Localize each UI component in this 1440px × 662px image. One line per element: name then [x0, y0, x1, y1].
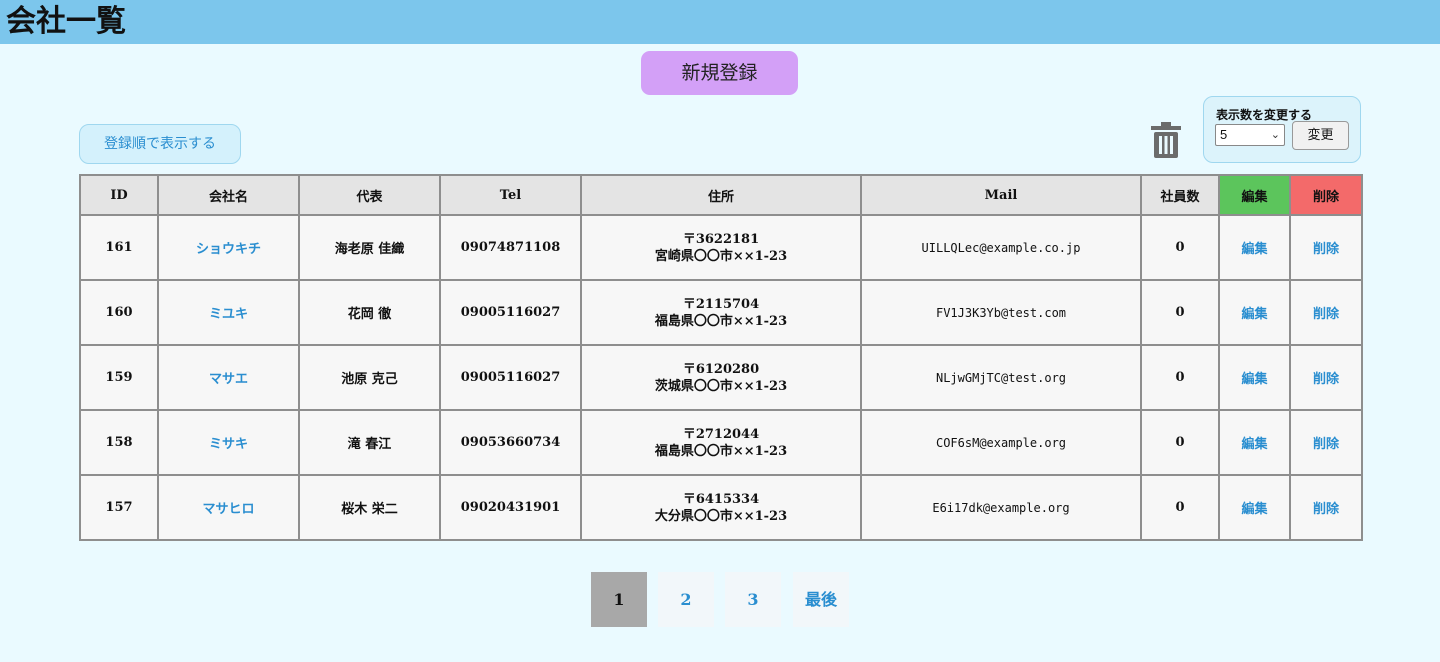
edit-link[interactable]: 編集 [1218, 474, 1291, 541]
cell-mail: COF6sM@example.org [860, 409, 1142, 476]
column-header-company: 会社名 [157, 174, 300, 216]
company-link[interactable]: マサヒロ [157, 474, 300, 541]
cell-mail: NLjwGMjTC@test.org [860, 344, 1142, 411]
column-header-employees: 社員数 [1140, 174, 1220, 216]
delete-link[interactable]: 削除 [1289, 474, 1363, 541]
company-link[interactable]: ショウキチ [157, 214, 300, 281]
cell-rep: 池原 克己 [298, 344, 441, 411]
cell-id: 159 [79, 344, 159, 411]
column-header-edit: 編集 [1218, 174, 1291, 216]
address-line: 福島県〇〇市××1-23 [654, 313, 788, 329]
edit-link[interactable]: 編集 [1218, 214, 1291, 281]
sort-by-registration-button[interactable]: 登録順で表示する [79, 124, 241, 164]
page-button-last[interactable]: 最後 [793, 572, 849, 627]
column-header-tel: Tel [439, 174, 582, 216]
delete-link[interactable]: 削除 [1289, 214, 1363, 281]
cell-tel: 09053660734 [439, 409, 582, 476]
table-row: 158 ミサキ 滝 春江 09053660734 〒2712044 福島県〇〇市×… [79, 409, 1363, 476]
cell-employees: 0 [1140, 344, 1220, 411]
cell-employees: 0 [1140, 474, 1220, 541]
cell-id: 160 [79, 279, 159, 346]
cell-mail: FV1J3K3Yb@test.com [860, 279, 1142, 346]
page-button-2[interactable]: 2 [658, 572, 714, 627]
cell-rep: 花岡 徹 [298, 279, 441, 346]
cell-tel: 09005116027 [439, 344, 582, 411]
cell-id: 161 [79, 214, 159, 281]
table-row: 161 ショウキチ 海老原 佳織 09074871108 〒3622181 宮崎県… [79, 214, 1363, 281]
cell-id: 158 [79, 409, 159, 476]
header-bar: 会社一覧 [0, 0, 1440, 44]
cell-mail: E6i17dk@example.org [860, 474, 1142, 541]
cell-address: 〒3622181 宮崎県〇〇市××1-23 [580, 214, 862, 281]
column-header-delete: 削除 [1289, 174, 1363, 216]
page-title: 会社一覧 [6, 4, 126, 39]
display-count-select[interactable]: 5 ⌄ [1215, 124, 1285, 146]
cell-employees: 0 [1140, 214, 1220, 281]
cell-tel: 09005116027 [439, 279, 582, 346]
column-header-mail: Mail [860, 174, 1142, 216]
company-link[interactable]: ミサキ [157, 409, 300, 476]
address-zip: 〒2115704 [682, 296, 760, 312]
cell-tel: 09074871108 [439, 214, 582, 281]
edit-link[interactable]: 編集 [1218, 279, 1291, 346]
cell-rep: 海老原 佳織 [298, 214, 441, 281]
cell-employees: 0 [1140, 279, 1220, 346]
chevron-down-icon: ⌄ [1270, 129, 1280, 141]
address-zip: 〒3622181 [682, 231, 760, 247]
company-link[interactable]: ミユキ [157, 279, 300, 346]
table-row: 159 マサエ 池原 克己 09005116027 〒6120280 茨城県〇〇市… [79, 344, 1363, 411]
cell-rep: 滝 春江 [298, 409, 441, 476]
trash-icon[interactable] [1149, 121, 1183, 159]
page-button-1[interactable]: 1 [591, 572, 647, 627]
cell-rep: 桜木 栄二 [298, 474, 441, 541]
page-button-3[interactable]: 3 [725, 572, 781, 627]
cell-address: 〒6120280 茨城県〇〇市××1-23 [580, 344, 862, 411]
cell-address: 〒2115704 福島県〇〇市××1-23 [580, 279, 862, 346]
edit-link[interactable]: 編集 [1218, 409, 1291, 476]
delete-link[interactable]: 削除 [1289, 344, 1363, 411]
address-line: 福島県〇〇市××1-23 [654, 443, 788, 459]
company-table: ID 会社名 代表 Tel 住所 Mail 社員数 編集 削除 161 ショウキ… [79, 174, 1363, 541]
column-header-id: ID [79, 174, 159, 216]
address-zip: 〒6415334 [682, 491, 760, 507]
display-count-value: 5 [1220, 127, 1228, 142]
cell-id: 157 [79, 474, 159, 541]
cell-mail: UILLQLec@example.co.jp [860, 214, 1142, 281]
delete-link[interactable]: 削除 [1289, 279, 1363, 346]
column-header-address: 住所 [580, 174, 862, 216]
column-header-rep: 代表 [298, 174, 441, 216]
address-line: 大分県〇〇市××1-23 [654, 508, 788, 524]
display-count-panel: 表示数を変更する 5 ⌄ 変更 [1203, 96, 1361, 163]
delete-link[interactable]: 削除 [1289, 409, 1363, 476]
table-header-row: ID 会社名 代表 Tel 住所 Mail 社員数 編集 削除 [79, 174, 1363, 216]
cell-address: 〒2712044 福島県〇〇市××1-23 [580, 409, 862, 476]
address-line: 宮崎県〇〇市××1-23 [654, 248, 788, 264]
cell-tel: 09020431901 [439, 474, 582, 541]
table-row: 157 マサヒロ 桜木 栄二 09020431901 〒6415334 大分県〇〇… [79, 474, 1363, 541]
edit-link[interactable]: 編集 [1218, 344, 1291, 411]
address-line: 茨城県〇〇市××1-23 [654, 378, 788, 394]
new-register-button[interactable]: 新規登録 [641, 51, 798, 95]
cell-address: 〒6415334 大分県〇〇市××1-23 [580, 474, 862, 541]
address-zip: 〒6120280 [682, 361, 760, 377]
cell-employees: 0 [1140, 409, 1220, 476]
company-link[interactable]: マサエ [157, 344, 300, 411]
display-count-submit-button[interactable]: 変更 [1292, 121, 1349, 150]
table-row: 160 ミユキ 花岡 徹 09005116027 〒2115704 福島県〇〇市×… [79, 279, 1363, 346]
address-zip: 〒2712044 [682, 426, 760, 442]
